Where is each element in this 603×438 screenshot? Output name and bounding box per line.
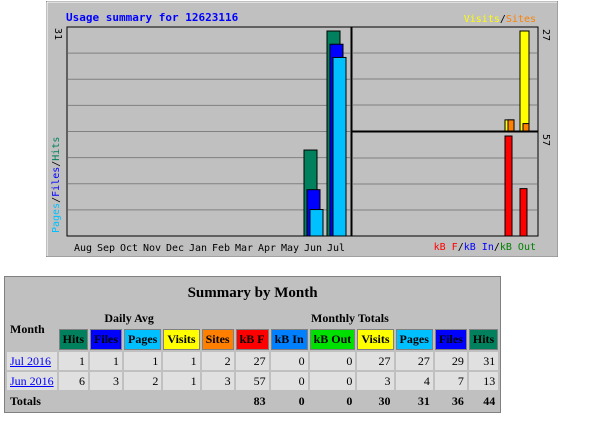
column-header-kbin: kB In bbox=[270, 329, 308, 350]
main-chart-axis-label: Pages/Files/Hits bbox=[51, 137, 62, 233]
table-cell: 0 bbox=[309, 372, 356, 390]
month-label: Oct bbox=[120, 243, 138, 254]
table-cell: 27 bbox=[395, 352, 433, 370]
monthly-totals-header: Monthly Totals bbox=[201, 309, 499, 327]
visits-bar bbox=[519, 30, 530, 132]
main-chart-max-label: 31 bbox=[52, 28, 63, 40]
month-label: May bbox=[281, 243, 299, 254]
month-label: Feb bbox=[212, 243, 230, 254]
pages-bar bbox=[332, 56, 347, 237]
table-cell: 2 bbox=[201, 352, 234, 370]
totals-cell: 0 bbox=[270, 392, 308, 410]
table-cell: 0 bbox=[270, 352, 308, 370]
column-header-pages: Pages bbox=[124, 329, 162, 350]
table-cell: 1 bbox=[124, 352, 162, 370]
table-cell: 3 bbox=[90, 372, 123, 390]
table-cell: 2 bbox=[124, 372, 162, 390]
sites-bar bbox=[507, 119, 515, 132]
month-label: Sep bbox=[97, 243, 115, 254]
month-label: Nov bbox=[143, 243, 161, 254]
month-label: Aug bbox=[74, 243, 92, 254]
column-header-visits: Visits bbox=[163, 329, 200, 350]
column-header-kbf: kB F bbox=[235, 329, 269, 350]
table-cell: 1 bbox=[163, 352, 200, 370]
column-header-files: Files bbox=[434, 329, 467, 350]
table-row: Jun 2016 6 3 2 1 3 57 0 0 3 4 7 13 bbox=[7, 372, 499, 390]
kbytes-max-label: 57 bbox=[540, 134, 551, 146]
table-cell: 0 bbox=[270, 372, 308, 390]
table-cell: 27 bbox=[235, 352, 269, 370]
table-cell: 1 bbox=[90, 352, 123, 370]
month-label: Jul bbox=[327, 243, 345, 254]
daily-avg-header: Daily Avg bbox=[58, 309, 200, 327]
kbytes-legend: kB F/kB In/kB Out bbox=[434, 242, 536, 253]
column-header-visits: Visits bbox=[357, 329, 394, 350]
table-cell: 31 bbox=[468, 352, 499, 370]
totals-cell: 36 bbox=[434, 392, 467, 410]
visits-sites-legend: Visits/Sites bbox=[464, 14, 536, 25]
table-cell: 57 bbox=[235, 372, 269, 390]
kbf-bar bbox=[504, 135, 513, 237]
totals-cell: 0 bbox=[309, 392, 356, 410]
column-header-hits: Hits bbox=[58, 329, 89, 350]
month-cell: Jul 2016 bbox=[7, 352, 57, 370]
totals-row: Totals 83 0 0 30 31 36 44 bbox=[7, 392, 499, 410]
column-header-pages: Pages bbox=[395, 329, 433, 350]
month-label: Mar bbox=[235, 243, 253, 254]
pages-bar bbox=[309, 209, 324, 237]
column-header-kbout: kB Out bbox=[309, 329, 356, 350]
graph-title: Usage summary for 12623116 bbox=[66, 11, 239, 24]
table-cell: 6 bbox=[58, 372, 89, 390]
column-headers: Hits Files Pages Visits Sites kB FkB In kB Out… bbox=[7, 329, 499, 350]
totals-cell: 30 bbox=[357, 392, 394, 410]
month-link[interactable]: Jun 2016 bbox=[10, 374, 54, 388]
sites-bar bbox=[522, 123, 530, 132]
table-row: Jul 2016 1 1 1 1 2 27 0 0 27 27 29 31 bbox=[7, 352, 499, 370]
summary-by-month-table: Summary by Month Month Daily Avg Monthly… bbox=[4, 276, 502, 413]
table-cell: 1 bbox=[58, 352, 89, 370]
column-header-hits: Hits bbox=[468, 329, 499, 350]
totals-cell: 83 bbox=[235, 392, 269, 410]
month-label: Dec bbox=[166, 243, 184, 254]
month-label: Apr bbox=[258, 243, 276, 254]
month-label: Jan bbox=[189, 243, 207, 254]
table-cell: 0 bbox=[309, 352, 356, 370]
column-header-files: Files bbox=[90, 329, 123, 350]
kbf-bar bbox=[519, 188, 528, 237]
summary-rows: Jul 2016 1 1 1 1 2 27 0 0 27 27 29 31 Jun 2016 6 3 2 1 3 57… bbox=[7, 352, 499, 390]
column-header-sites: Sites bbox=[201, 329, 234, 350]
totals-cell: 44 bbox=[468, 392, 499, 410]
table-cell: 3 bbox=[201, 372, 234, 390]
table-cell: 27 bbox=[357, 352, 394, 370]
visits-sites-max-label: 27 bbox=[540, 29, 551, 41]
month-column-header: Month bbox=[7, 309, 57, 350]
table-cell: 1 bbox=[163, 372, 200, 390]
summary-title: Summary by Month bbox=[7, 279, 499, 307]
table-cell: 4 bbox=[395, 372, 433, 390]
month-cell: Jun 2016 bbox=[7, 372, 57, 390]
table-cell: 29 bbox=[434, 352, 467, 370]
table-cell: 3 bbox=[357, 372, 394, 390]
totals-cell: 31 bbox=[395, 392, 433, 410]
totals-label: Totals bbox=[7, 392, 57, 410]
month-link[interactable]: Jul 2016 bbox=[10, 354, 51, 368]
table-cell: 7 bbox=[434, 372, 467, 390]
month-label: Jun bbox=[304, 243, 322, 254]
usage-summary-graphic: Usage summary for 12623116 31 Pages/File… bbox=[46, 1, 558, 257]
table-cell: 13 bbox=[468, 372, 499, 390]
